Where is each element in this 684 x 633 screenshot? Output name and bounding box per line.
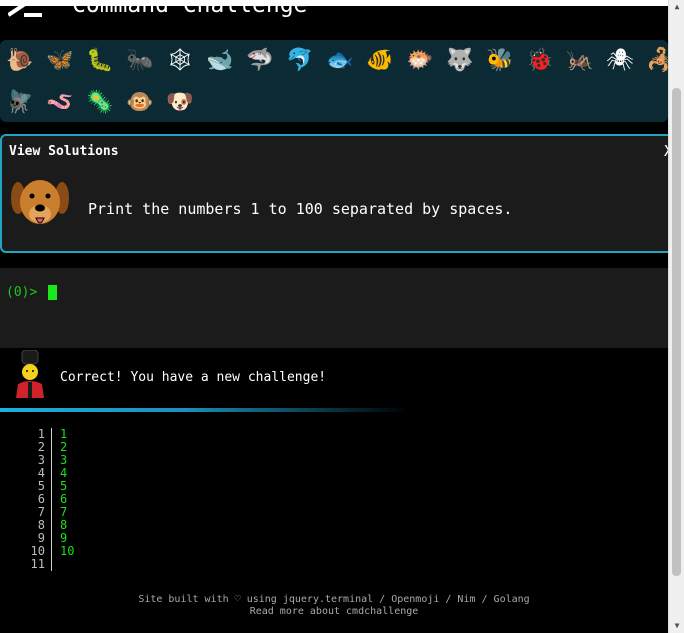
footer-prefix: Site built with [138,594,229,605]
progress-divider [0,408,410,412]
spider-icon[interactable]: 🕷 [604,45,636,77]
output-line: 11 [0,558,300,571]
output-line: 66 [0,493,300,506]
output-line: 22 [0,441,300,454]
dog-face-icon [11,180,69,224]
scorpion-icon[interactable]: 🦂 [644,45,668,77]
output-line: 55 [0,480,300,493]
microbe-icon[interactable]: 🦠 [84,87,116,119]
output-line: 11 [0,428,300,441]
caterpillar-icon[interactable]: 🐛 [84,45,116,77]
footer-credits: Site built with ♡ using jquery.terminal … [0,594,668,606]
terminal-logo-icon [8,6,42,17]
scrollbar[interactable]: ▲ ▼ [668,0,684,633]
footer-links[interactable]: using jquery.terminal / Openmoji / Nim /… [247,594,530,605]
tropical-fish-icon[interactable]: 🐠 [364,45,396,77]
guard-avatar-icon [16,350,44,398]
blowfish-icon[interactable]: 🐡 [404,45,436,77]
output-line: 33 [0,454,300,467]
snail-icon[interactable]: 🐌 [4,45,36,77]
read-more-link[interactable]: Read more about cmdchallenge [0,606,668,618]
line-number-gutter [51,428,52,571]
output-line: 88 [0,519,300,532]
fish-icon[interactable]: 🐟 [324,45,356,77]
spider-web-icon[interactable]: 🕸 [164,45,196,77]
output-line: 44 [0,467,300,480]
terminal-prompt: (0)> [6,285,38,300]
ant-icon[interactable]: 🐜 [124,45,156,77]
terminal-input[interactable]: (0)> [0,268,668,348]
dog-icon[interactable]: 🐶 [164,87,196,119]
line-number: 11 [30,557,45,571]
cricket-icon[interactable]: 🦗 [564,45,596,77]
output-line: 77 [0,506,300,519]
worm-icon[interactable]: 🪱 [44,87,76,119]
footer: Site built with ♡ using jquery.terminal … [0,594,668,618]
scroll-down-icon[interactable]: ▼ [672,621,682,631]
bee-icon[interactable]: 🐝 [484,45,516,77]
emoji-challenge-bar: 🐌 🦋 🐛 🐜 🕸 🐋 🦈 🐬 🐟 🐠 🐡 🐺 🐝 🐞 🦗 🕷 🦂 🪰 🪱 🦠 🐵 🐶 [0,40,668,122]
output-value: 10 [60,544,75,558]
output-line: 99 [0,532,300,545]
scroll-up-icon[interactable]: ▲ [672,2,682,12]
heart-icon: ♡ [234,594,241,605]
view-solutions-link[interactable]: View Solutions [9,144,119,159]
chimpanzee-icon[interactable]: 🐵 [124,87,156,119]
fly-icon[interactable]: 🪰 [4,87,36,119]
shark-icon[interactable]: 🦈 [244,45,276,77]
challenge-description: Print the numbers 1 to 100 separated by … [88,200,513,218]
wolf-icon[interactable]: 🐺 [444,45,476,77]
page-title: Command Challenge [72,6,307,18]
solution-panel: View Solutions X Print the numbers 1 to … [0,134,680,253]
status-message: Correct! You have a new challenge! [60,370,327,385]
whale-icon[interactable]: 🐋 [204,45,236,77]
scroll-thumb[interactable] [672,88,681,576]
header: Command Challenge [0,6,668,40]
butterfly-icon[interactable]: 🦋 [44,45,76,77]
dolphin-icon[interactable]: 🐬 [284,45,316,77]
ladybug-icon[interactable]: 🐞 [524,45,556,77]
terminal-cursor [48,285,57,300]
output-line: 10 10 [0,545,300,558]
